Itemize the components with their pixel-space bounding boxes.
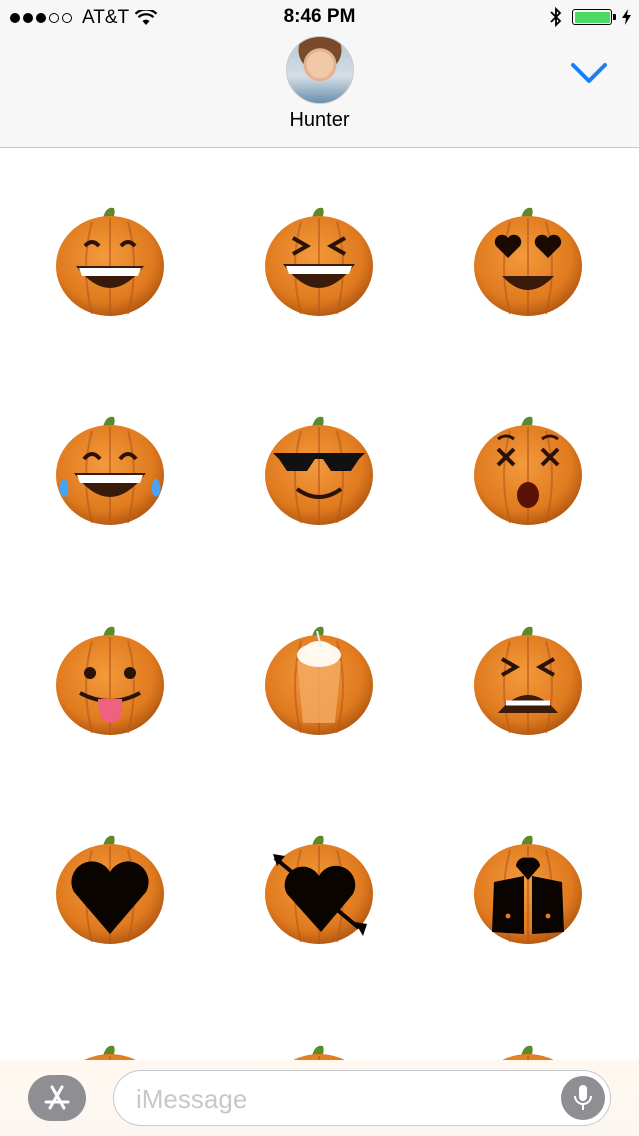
charging-bolt-icon bbox=[622, 9, 631, 25]
pumpkin-sunglasses-art bbox=[265, 416, 373, 525]
pumpkin-heart-arrow-carving-art bbox=[265, 835, 373, 944]
microphone-icon bbox=[574, 1085, 592, 1110]
sticker-pumpkin-partial[interactable] bbox=[259, 1038, 379, 1060]
status-time: 8:46 PM bbox=[283, 6, 356, 27]
sticker-pumpkin-tongue-out[interactable] bbox=[50, 619, 170, 739]
sticker-grid bbox=[0, 148, 639, 1060]
pumpkin-partial-art bbox=[502, 1045, 554, 1060]
bluetooth-icon bbox=[550, 7, 562, 27]
pumpkin-partial-art bbox=[293, 1045, 345, 1060]
app-store-button[interactable] bbox=[28, 1075, 86, 1121]
contact-name[interactable]: Hunter bbox=[0, 109, 639, 132]
pumpkin-spice-latte-art bbox=[265, 626, 373, 735]
imessage-input[interactable]: iMessage bbox=[113, 1070, 611, 1126]
microphone-button[interactable] bbox=[561, 1076, 605, 1120]
sticker-pumpkin-heart-arrow-carving[interactable] bbox=[259, 828, 379, 948]
pumpkin-tongue-out-art bbox=[56, 626, 164, 735]
conversation-header: Hunter bbox=[0, 36, 639, 148]
sticker-pumpkin-partial[interactable] bbox=[50, 1038, 170, 1060]
sticker-pumpkin-grinning[interactable] bbox=[50, 200, 170, 320]
pumpkin-heart-eyes-art bbox=[474, 207, 582, 316]
sticker-pumpkin-kissing-couple-carving[interactable] bbox=[468, 828, 588, 948]
message-composer-bar: iMessage bbox=[0, 1060, 639, 1136]
pumpkin-partial-art bbox=[84, 1045, 136, 1060]
pumpkin-squinting-laugh-art bbox=[265, 207, 373, 316]
pumpkin-dizzy-art bbox=[474, 416, 582, 525]
sticker-pumpkin-tired[interactable] bbox=[468, 619, 588, 739]
sticker-pumpkin-squinting-laugh[interactable] bbox=[259, 200, 379, 320]
sticker-pumpkin-heart-eyes[interactable] bbox=[468, 200, 588, 320]
pumpkin-kissing-couple-carving-art bbox=[474, 835, 582, 944]
battery-icon bbox=[572, 9, 616, 25]
contact-avatar[interactable] bbox=[286, 36, 354, 104]
chevron-down-icon[interactable] bbox=[570, 60, 608, 86]
app-store-icon bbox=[44, 1085, 70, 1110]
sticker-pumpkin-heart-carving[interactable] bbox=[50, 828, 170, 948]
sticker-pumpkin-sunglasses[interactable] bbox=[259, 409, 379, 529]
pumpkin-tears-of-joy-art bbox=[56, 416, 164, 525]
sticker-pumpkin-tears-of-joy[interactable] bbox=[50, 409, 170, 529]
imessage-placeholder: iMessage bbox=[136, 1084, 248, 1114]
pumpkin-grinning-art bbox=[56, 207, 164, 316]
sticker-pumpkin-dizzy[interactable] bbox=[468, 409, 588, 529]
sticker-pumpkin-spice-latte[interactable] bbox=[259, 619, 379, 739]
pumpkin-heart-carving-art bbox=[56, 835, 164, 944]
sticker-pumpkin-partial[interactable] bbox=[468, 1038, 588, 1060]
pumpkin-tired-art bbox=[474, 626, 582, 735]
status-bar: AT&T 8:46 PM bbox=[0, 0, 639, 36]
status-right bbox=[550, 7, 631, 27]
